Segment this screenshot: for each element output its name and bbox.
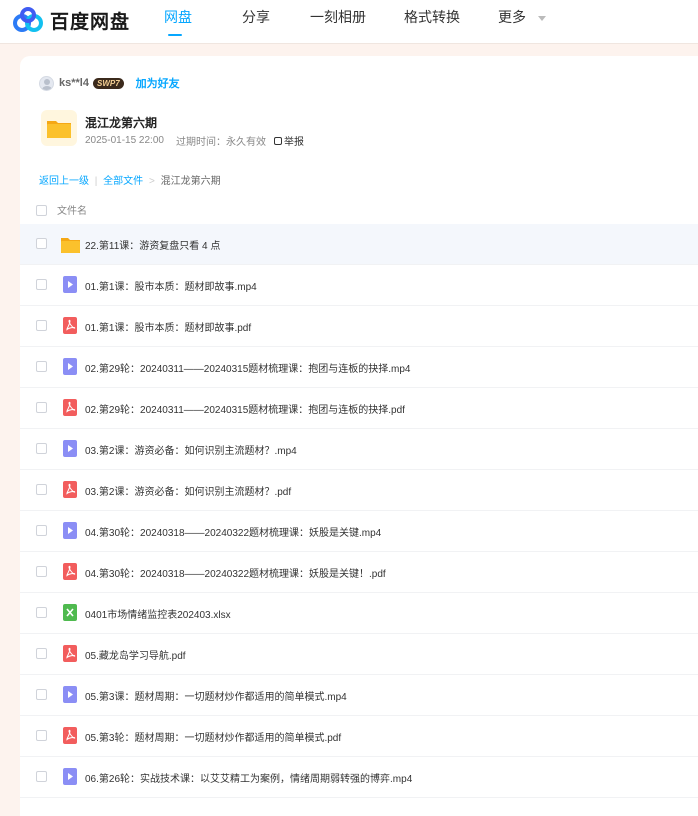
file-row-checkbox[interactable] <box>36 320 47 331</box>
nav-tab-share[interactable]: 分享 <box>242 0 288 44</box>
chevron-down-icon <box>537 15 546 21</box>
file-row-checkbox[interactable] <box>36 279 47 290</box>
pdf-file-icon <box>63 317 77 334</box>
breadcrumb: 返回上一级 | 全部文件 > 混江龙第六期 <box>39 172 221 187</box>
video-file-icon <box>63 686 77 703</box>
sharer-username[interactable]: ks**l4 <box>59 77 89 89</box>
file-row[interactable]: 05.第3轮：题材周期：一切题材炒作都适用的简单模式.pdf <box>20 716 698 757</box>
pdf-file-icon <box>63 563 77 580</box>
video-file-icon <box>63 522 77 539</box>
top-navigation-bar: 百度网盘 网盘 分享 一刻相册 格式转换 更多 <box>0 0 698 44</box>
video-file-icon <box>63 440 77 457</box>
file-list: 22.第11课：游资复盘只看 4 点 01.第1课：股市本质：题材即故事.mp4 0… <box>20 224 698 798</box>
sharer-info: ks**l4 SWP7 加为好友 <box>39 75 180 91</box>
file-row[interactable]: 01.第1课：股市本质：题材即故事.mp4 <box>20 265 698 306</box>
file-row[interactable]: 01.第1课：股市本质：题材即故事.pdf <box>20 306 698 347</box>
file-row-checkbox[interactable] <box>36 607 47 618</box>
file-name[interactable]: 02.第29轮：20240311——20240315题材梳理课：抱团与连板的抉择… <box>85 401 405 416</box>
nav-tab-label: 格式转换 <box>404 9 460 25</box>
file-name[interactable]: 03.第2课：游资必备：如何识别主流题材？.pdf <box>85 483 291 498</box>
share-date: 2025-01-15 22:00 <box>85 135 164 146</box>
file-name[interactable]: 04.第30轮：20240318——20240322题材梳理课：妖股是关键！.p… <box>85 565 386 580</box>
video-file-icon <box>63 358 77 375</box>
file-name[interactable]: 06.第26轮：实战技术课：以艾艾精工为案例，情绪周期弱转强的博弈.mp4 <box>85 770 412 785</box>
file-name[interactable]: 22.第11课：游资复盘只看 4 点 <box>85 237 220 252</box>
shared-folder-thumbnail <box>41 110 77 146</box>
file-name[interactable]: 01.第1课：股市本质：题材即故事.pdf <box>85 319 251 334</box>
file-row[interactable]: 22.第11课：游资复盘只看 4 点 <box>20 224 698 265</box>
pdf-file-icon <box>63 481 77 498</box>
main-nav: 网盘 分享 一刻相册 格式转换 更多 <box>164 0 558 44</box>
report-icon <box>273 136 282 145</box>
share-meta: 2025-01-15 22:00 过期时间：永久有效 举报 <box>85 133 304 148</box>
file-row-checkbox[interactable] <box>36 484 47 495</box>
file-row[interactable]: 06.第26轮：实战技术课：以艾艾精工为案例，情绪周期弱转强的博弈.mp4 <box>20 757 698 798</box>
vip-badge: SWP7 <box>92 77 124 89</box>
file-row-checkbox[interactable] <box>36 648 47 659</box>
breadcrumb-divider: | <box>94 176 98 187</box>
file-name[interactable]: 04.第30轮：20240318——20240322题材梳理课：妖股是关键.mp… <box>85 524 381 539</box>
column-header-filename: 文件名 <box>57 206 87 217</box>
baidu-netdisk-logo[interactable]: 百度网盘 <box>12 5 130 35</box>
add-friend-link[interactable]: 加为好友 <box>136 75 180 91</box>
file-list-header: 文件名 <box>20 198 698 224</box>
file-row-checkbox[interactable] <box>36 361 47 372</box>
nav-tab-netdisk[interactable]: 网盘 <box>164 0 210 44</box>
file-name[interactable]: 0401市场情绪监控表202403.xlsx <box>85 606 231 621</box>
breadcrumb-all-files-link[interactable]: 全部文件 <box>103 176 143 187</box>
file-row[interactable]: 04.第30轮：20240318——20240322题材梳理课：妖股是关键.mp… <box>20 511 698 552</box>
file-row-checkbox[interactable] <box>36 525 47 536</box>
pdf-file-icon <box>63 645 77 662</box>
avatar[interactable] <box>39 75 54 91</box>
file-row[interactable]: 02.第29轮：20240311——20240315题材梳理课：抱团与连板的抉择… <box>20 347 698 388</box>
file-row[interactable]: 03.第2课：游资必备：如何识别主流题材？.mp4 <box>20 429 698 470</box>
file-name[interactable]: 05.第3轮：题材周期：一切题材炒作都适用的简单模式.pdf <box>85 729 341 744</box>
file-row-checkbox[interactable] <box>36 689 47 700</box>
breadcrumb-back-link[interactable]: 返回上一级 <box>39 176 89 187</box>
file-row[interactable]: 02.第29轮：20240311——20240315题材梳理课：抱团与连板的抉择… <box>20 388 698 429</box>
file-name[interactable]: 02.第29轮：20240311——20240315题材梳理课：抱团与连板的抉择… <box>85 360 411 375</box>
share-panel: ks**l4 SWP7 加为好友 混江龙第六期 2025-01-15 22:00… <box>20 56 698 816</box>
video-file-icon <box>63 768 77 785</box>
select-all-checkbox[interactable] <box>36 205 47 216</box>
file-row-checkbox[interactable] <box>36 238 47 249</box>
folder-icon <box>47 121 71 138</box>
folder-icon <box>61 238 80 253</box>
brand-name: 百度网盘 <box>50 11 131 33</box>
cloud-logo-icon <box>13 7 43 32</box>
file-row-checkbox[interactable] <box>36 402 47 413</box>
breadcrumb-chevron-icon: > <box>148 176 155 187</box>
nav-tab-more[interactable]: 更多 <box>498 0 558 44</box>
video-file-icon <box>63 276 77 293</box>
report-button[interactable]: 举报 <box>273 133 304 148</box>
file-row-checkbox[interactable] <box>36 443 47 454</box>
file-name[interactable]: 01.第1课：股市本质：题材即故事.mp4 <box>85 278 257 293</box>
file-row-checkbox[interactable] <box>36 566 47 577</box>
nav-tab-label: 更多 <box>498 9 526 25</box>
pdf-file-icon <box>63 727 77 744</box>
share-title: 混江龙第六期 <box>85 116 158 130</box>
file-row[interactable]: 05.藏龙岛学习导航.pdf <box>20 634 698 675</box>
share-expiry: 过期时间：永久有效 <box>175 137 266 148</box>
file-row-checkbox[interactable] <box>36 771 47 782</box>
nav-tab-label: 一刻相册 <box>310 9 366 25</box>
file-row[interactable]: 0401市场情绪监控表202403.xlsx <box>20 593 698 634</box>
nav-tab-label: 网盘 <box>164 9 192 25</box>
nav-tab-label: 分享 <box>242 9 270 25</box>
report-label: 举报 <box>283 137 304 148</box>
excel-file-icon <box>63 604 77 621</box>
file-row[interactable]: 03.第2课：游资必备：如何识别主流题材？.pdf <box>20 470 698 511</box>
pdf-file-icon <box>63 399 77 416</box>
file-name[interactable]: 03.第2课：游资必备：如何识别主流题材？.mp4 <box>85 442 297 457</box>
file-row-checkbox[interactable] <box>36 730 47 741</box>
breadcrumb-current: 混江龙第六期 <box>160 176 221 187</box>
file-row[interactable]: 04.第30轮：20240318——20240322题材梳理课：妖股是关键！.p… <box>20 552 698 593</box>
file-name[interactable]: 05.藏龙岛学习导航.pdf <box>85 647 186 662</box>
file-name[interactable]: 05.第3课：题材周期：一切题材炒作都适用的简单模式.mp4 <box>85 688 347 703</box>
active-tab-indicator <box>168 34 182 36</box>
file-row[interactable]: 05.第3课：题材周期：一切题材炒作都适用的简单模式.mp4 <box>20 675 698 716</box>
nav-tab-moment-album[interactable]: 一刻相册 <box>310 0 382 44</box>
nav-tab-format-convert[interactable]: 格式转换 <box>404 0 476 44</box>
